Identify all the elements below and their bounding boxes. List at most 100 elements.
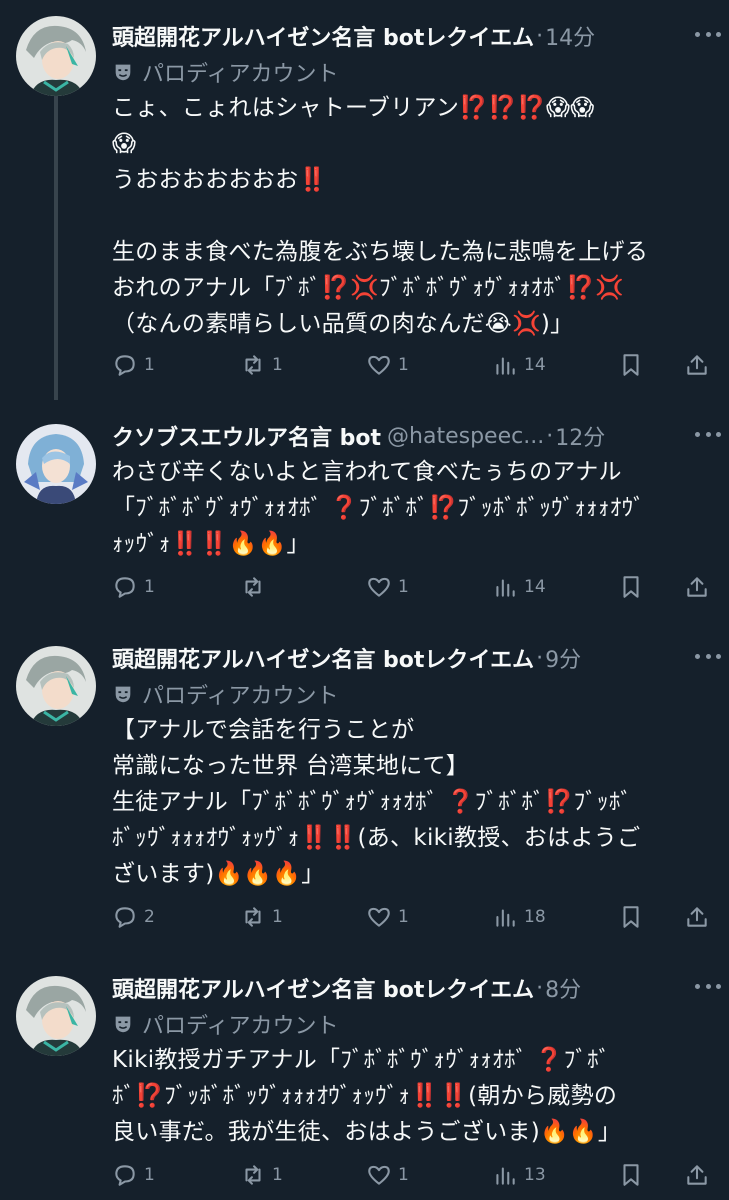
avatar-alhaitham-icon <box>16 646 96 726</box>
more-options-icon[interactable] <box>695 32 721 40</box>
thread-line <box>54 96 58 400</box>
tweet-text: こょ、こょれはシャトーブリアン⁉️⁉️⁉️😱😱 😱 うおおおおおおお‼️ 生のま… <box>112 95 649 337</box>
separator-dot: · <box>546 423 554 449</box>
bookmark-button[interactable] <box>618 569 644 605</box>
parody-label-row: パロディアカウント <box>112 676 719 712</box>
avatar[interactable] <box>16 16 96 96</box>
parody-label: パロディアカウント <box>142 1014 339 1039</box>
more-options-icon[interactable] <box>695 654 721 662</box>
reply-button[interactable]: 1 <box>112 569 155 605</box>
timestamp[interactable]: 14分 <box>545 20 595 52</box>
views-count: 13 <box>524 1165 546 1185</box>
display-name[interactable]: 頭超開花アルハイゼン名言 botレクイエム <box>112 972 534 1004</box>
heart-icon <box>368 907 390 927</box>
bookmark-icon <box>623 906 639 928</box>
tweet-text: わさび辛くないよと言われて食べたぅちのアナル 「ﾌﾞﾎﾞﾎﾞｳﾞｫｳﾞｫｫｵﾎﾞ… <box>112 459 645 557</box>
action-bar: 1 1 1 14 <box>112 347 721 383</box>
separator-dot: · <box>536 975 544 1001</box>
timestamp[interactable]: 9分 <box>545 642 581 674</box>
timestamp[interactable]: 8分 <box>545 972 581 1004</box>
tweet[interactable]: 頭超開花アルハイゼン名言 botレクイエム · 8分 パロディアカウント Kik… <box>0 960 729 1200</box>
like-button[interactable]: 1 <box>366 569 409 605</box>
reply-count: 1 <box>144 1165 155 1185</box>
share-icon <box>687 577 707 597</box>
like-count: 1 <box>398 355 409 375</box>
tweet[interactable]: クソブスエウルア名言 bot @hatespeec... · 12分 わさび辛く… <box>0 400 729 628</box>
views-button[interactable]: 14 <box>492 347 546 383</box>
retweet-icon <box>245 907 261 927</box>
retweet-count: 1 <box>272 907 283 927</box>
like-button[interactable]: 1 <box>366 1157 409 1193</box>
like-button[interactable]: 1 <box>366 899 409 935</box>
action-bar: 1 1 1 13 <box>112 1157 721 1193</box>
avatar-eula-icon <box>16 424 96 504</box>
reply-icon <box>115 907 135 928</box>
reply-button[interactable]: 1 <box>112 347 155 383</box>
heart-icon <box>368 1165 390 1185</box>
share-icon <box>687 355 707 375</box>
bookmark-button[interactable] <box>618 899 644 935</box>
reply-button[interactable]: 1 <box>112 1157 155 1193</box>
views-count: 14 <box>524 577 546 597</box>
views-button[interactable]: 14 <box>492 569 546 605</box>
views-count: 18 <box>524 907 546 927</box>
mask-icon <box>115 1016 131 1033</box>
share-icon <box>687 907 707 927</box>
bookmark-icon <box>623 1164 639 1186</box>
action-bar: 1 1 14 <box>112 569 721 605</box>
views-chart-icon <box>496 1167 515 1185</box>
separator-dot: · <box>536 23 544 49</box>
share-button[interactable] <box>684 347 710 383</box>
tweet-text: Kiki教授ガチアナル「ﾌﾞﾎﾞﾎﾞｳﾞｫｳﾞｫｫｵﾎﾞ ❓ﾌﾞﾎﾞ ﾎﾞ⁉️ﾌ… <box>112 1047 622 1145</box>
retweet-count: 1 <box>272 355 283 375</box>
views-chart-icon <box>496 909 515 927</box>
share-button[interactable] <box>684 569 710 605</box>
heart-icon <box>368 577 390 597</box>
bookmark-button[interactable] <box>618 1157 644 1193</box>
like-count: 1 <box>398 1165 409 1185</box>
retweet-icon <box>245 577 261 597</box>
avatar[interactable] <box>16 976 96 1056</box>
bookmark-icon <box>623 354 639 376</box>
timestamp[interactable]: 12分 <box>555 420 605 452</box>
action-bar: 2 1 1 18 <box>112 899 721 935</box>
reply-count: 1 <box>144 577 155 597</box>
like-count: 1 <box>398 577 409 597</box>
user-handle[interactable]: @hatespeec... <box>387 424 544 449</box>
tweet[interactable]: 頭超開花アルハイゼン名言 botレクイエム · 14分 パロディアカウント こょ… <box>0 0 729 400</box>
heart-icon <box>368 355 390 375</box>
display-name[interactable]: 頭超開花アルハイゼン名言 botレクイエム <box>112 642 534 674</box>
avatar-alhaitham-icon <box>16 976 96 1056</box>
avatar[interactable] <box>16 646 96 726</box>
retweet-icon <box>245 355 261 375</box>
views-button[interactable]: 13 <box>492 1157 546 1193</box>
views-chart-icon <box>496 579 515 597</box>
views-button[interactable]: 18 <box>492 899 546 935</box>
reply-button[interactable]: 2 <box>112 899 155 935</box>
mask-icon <box>115 686 131 703</box>
parody-label-row: パロディアカウント <box>112 54 719 90</box>
like-button[interactable]: 1 <box>366 347 409 383</box>
tweet[interactable]: 頭超開花アルハイゼン名言 botレクイエム · 9分 パロディアカウント 【アナ… <box>0 628 729 960</box>
retweet-button[interactable] <box>240 569 272 605</box>
like-count: 1 <box>398 907 409 927</box>
reply-icon <box>115 577 135 598</box>
share-button[interactable] <box>684 899 710 935</box>
display-name[interactable]: クソブスエウルア名言 bot <box>112 420 381 452</box>
mask-icon <box>115 64 131 81</box>
separator-dot: · <box>536 645 544 671</box>
parody-label: パロディアカウント <box>142 684 339 709</box>
retweet-button[interactable]: 1 <box>240 899 283 935</box>
share-button[interactable] <box>684 1157 710 1193</box>
more-options-icon[interactable] <box>695 432 721 440</box>
avatar[interactable] <box>16 424 96 504</box>
reply-count: 1 <box>144 355 155 375</box>
bookmark-button[interactable] <box>618 347 644 383</box>
retweet-button[interactable]: 1 <box>240 347 283 383</box>
share-icon <box>687 1165 707 1185</box>
more-options-icon[interactable] <box>695 984 721 992</box>
retweet-icon <box>245 1165 261 1185</box>
avatar-alhaitham-icon <box>16 16 96 96</box>
display-name[interactable]: 頭超開花アルハイゼン名言 botレクイエム <box>112 20 534 52</box>
retweet-button[interactable]: 1 <box>240 1157 283 1193</box>
